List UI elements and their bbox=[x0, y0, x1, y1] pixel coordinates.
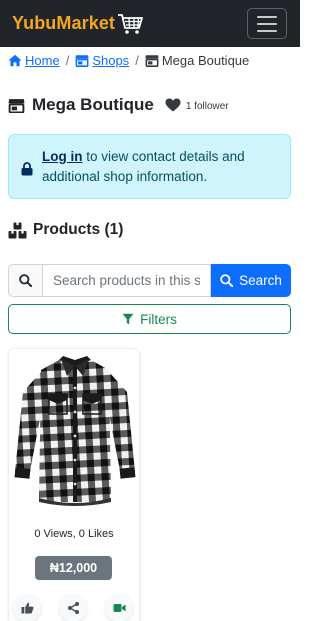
like-button[interactable] bbox=[13, 594, 41, 621]
hamburger-icon-bar bbox=[257, 29, 277, 32]
search-icon bbox=[19, 274, 32, 287]
store-icon bbox=[75, 54, 89, 67]
product-search: Search bbox=[8, 264, 291, 297]
breadcrumb-current-label: Mega Boutique bbox=[161, 52, 250, 68]
search-button[interactable]: Search bbox=[211, 264, 291, 297]
breadcrumb: Home / Shops / Mega Boutique bbox=[0, 52, 300, 68]
share-button[interactable] bbox=[59, 594, 87, 621]
breadcrumb-shops[interactable]: Shops bbox=[75, 53, 129, 68]
store-icon bbox=[145, 54, 159, 67]
breadcrumb-separator: / bbox=[135, 52, 139, 68]
breadcrumb-home-link[interactable]: Home bbox=[25, 53, 60, 68]
breadcrumb-separator: / bbox=[65, 52, 70, 68]
breadcrumb-home[interactable]: Home bbox=[8, 53, 60, 68]
breadcrumb-shops-link[interactable]: Shops bbox=[92, 53, 129, 68]
brand-name: YubuMarket bbox=[12, 13, 116, 33]
product-stats: 0 Views, 0 Likes bbox=[34, 528, 114, 540]
breadcrumb-current: Mega Boutique bbox=[145, 53, 249, 68]
lock-icon bbox=[21, 161, 33, 175]
search-addon bbox=[8, 264, 42, 297]
share-icon bbox=[67, 602, 79, 614]
filters-button[interactable]: Filters bbox=[8, 304, 291, 334]
alert-text: Log in to view contact details and addit… bbox=[42, 147, 280, 187]
plaid-shirt-image[interactable] bbox=[11, 352, 139, 510]
menu-toggle-button[interactable] bbox=[247, 8, 287, 39]
hamburger-icon-bar bbox=[257, 15, 277, 18]
login-alert: Log in to view contact details and addit… bbox=[8, 134, 291, 199]
like-icon bbox=[21, 602, 33, 614]
login-link[interactable]: Log in bbox=[42, 149, 83, 164]
video-icon bbox=[113, 604, 125, 612]
search-input[interactable] bbox=[42, 264, 211, 297]
products-title: Products (1) bbox=[33, 221, 124, 238]
follower-count: 1 follower bbox=[185, 100, 229, 112]
shopping-cart-icon bbox=[118, 13, 143, 34]
store-icon bbox=[8, 98, 25, 113]
hamburger-icon-bar bbox=[257, 22, 277, 25]
boxes-icon bbox=[8, 222, 27, 238]
heart-icon[interactable] bbox=[165, 98, 181, 112]
products-heading: Products (1) bbox=[8, 221, 123, 239]
product-card[interactable] bbox=[8, 348, 140, 621]
shop-header: Mega Boutique 1 follower bbox=[8, 95, 229, 115]
search-button-label: Search bbox=[239, 273, 282, 288]
filter-icon bbox=[122, 313, 134, 325]
search-icon bbox=[220, 274, 234, 287]
navbar: YubuMarket bbox=[0, 0, 300, 47]
filters-label: Filters bbox=[140, 311, 177, 327]
brand-logo[interactable]: YubuMarket bbox=[12, 13, 143, 35]
home-icon bbox=[8, 54, 22, 66]
price-badge: ₦12,000 bbox=[35, 556, 112, 580]
video-button[interactable] bbox=[105, 594, 133, 621]
shop-name: Mega Boutique bbox=[32, 95, 154, 114]
